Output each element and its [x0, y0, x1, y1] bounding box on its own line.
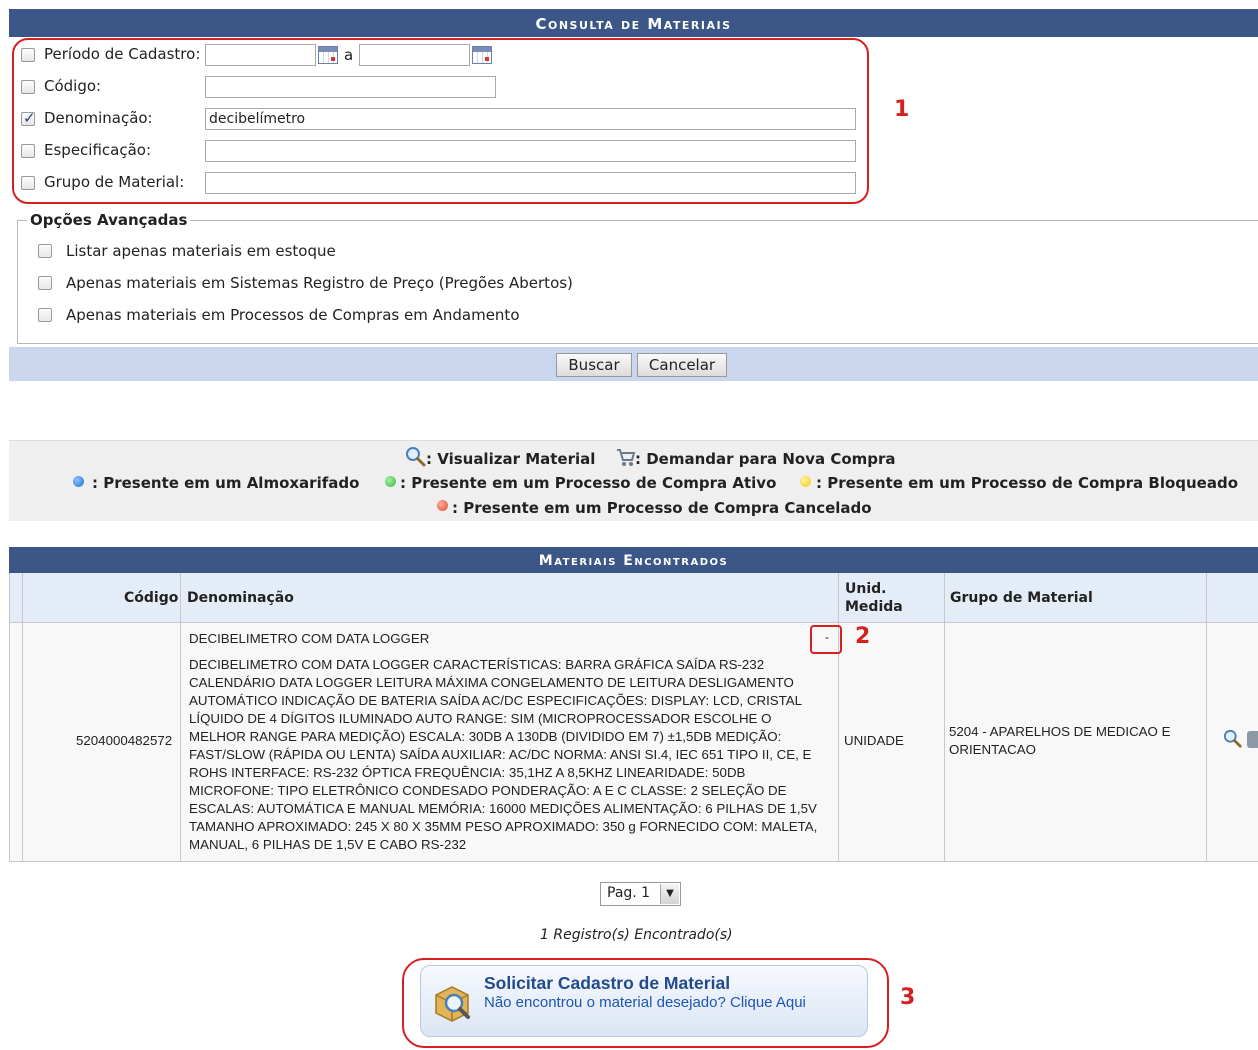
view-material-icon[interactable]	[1223, 729, 1243, 749]
yellow-dot-icon	[800, 476, 811, 487]
results-panel-title: Materiais Encontrados	[9, 547, 1258, 573]
cart-icon	[617, 449, 636, 466]
search-button[interactable]: Buscar	[556, 353, 632, 377]
row-grupo: 5204 - APARELHOS DE MEDICAO E ORIENTACAO	[949, 724, 1171, 757]
header-codigo: Código	[124, 590, 179, 606]
column-divider	[9, 573, 10, 862]
row-material-name: DECIBELIMETRO COM DATA LOGGER	[189, 631, 430, 646]
magnifier-icon	[406, 447, 426, 467]
annotation-box-2	[810, 625, 842, 654]
legend-yellow-label: : Presente em um Processo de Compra Bloq…	[816, 474, 1239, 492]
registro-preco-label: Apenas materiais em Sistemas Registro de…	[66, 274, 573, 292]
legend-blue-label: : Presente em um Almoxarifado	[92, 474, 360, 492]
cancel-button[interactable]: Cancelar	[637, 353, 727, 377]
green-dot-icon	[385, 476, 396, 487]
header-unid-line1: Unid.	[845, 581, 887, 597]
processos-compras-checkbox[interactable]	[38, 308, 52, 322]
records-found-count: 1 Registro(s) Encontrado(s)	[540, 927, 733, 943]
header-denominacao: Denominação	[187, 590, 294, 606]
registro-preco-checkbox[interactable]	[38, 276, 52, 290]
red-dot-icon	[437, 500, 448, 511]
row-material-description: DECIBELIMETRO COM DATA LOGGER CARACTERÍS…	[189, 657, 818, 852]
row-unidade: UNIDADE	[844, 733, 904, 748]
chevron-down-icon[interactable]: ▼	[660, 884, 679, 904]
annotation-number-2: 2	[855, 624, 871, 649]
annotation-number-3: 3	[900, 985, 916, 1010]
estoque-checkbox[interactable]	[38, 244, 52, 258]
annotation-number-1: 1	[894, 97, 910, 122]
legend-red-label: : Presente em um Processo de Compra Canc…	[452, 499, 872, 517]
header-unid-line2: Medida	[845, 599, 903, 615]
advanced-options-legend: Opções Avançadas	[27, 211, 191, 229]
row-codigo: 5204000482572	[76, 733, 173, 748]
column-divider	[22, 573, 23, 862]
column-divider	[1206, 573, 1207, 862]
button-bar	[9, 347, 1258, 381]
column-divider	[180, 573, 181, 862]
legend-demand-label: : Demandar para Nova Compra	[635, 450, 896, 468]
annotation-box-3	[402, 958, 889, 1048]
pager-value: Pag. 1	[607, 885, 651, 901]
blue-dot-icon	[73, 476, 84, 487]
pager-select[interactable]: Pag. 1 ▼	[600, 882, 681, 906]
legend-green-label: : Presente em um Processo de Compra Ativ…	[400, 474, 777, 492]
legend-view-label: : Visualizar Material	[426, 450, 596, 468]
processos-compras-label: Apenas materiais em Processos de Compras…	[66, 306, 520, 324]
annotation-box-1	[12, 38, 869, 204]
column-divider	[944, 573, 945, 862]
demand-purchase-icon[interactable]	[1247, 731, 1258, 748]
search-panel-title: Consulta de Materiais	[9, 9, 1258, 37]
header-grupo: Grupo de Material	[950, 590, 1093, 606]
column-divider	[838, 573, 839, 862]
estoque-label: Listar apenas materiais em estoque	[66, 242, 336, 260]
